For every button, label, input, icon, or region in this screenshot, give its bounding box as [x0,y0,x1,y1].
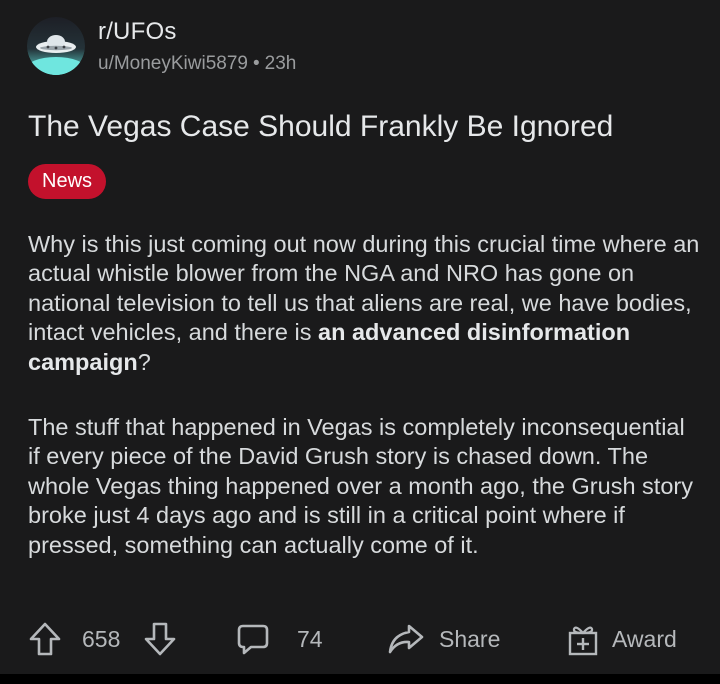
subreddit-name[interactable]: r/UFOs [98,18,177,46]
post-card: r/UFOs u/MoneyKiwi5879 • 23h The Vegas Cas… [0,0,720,675]
upvote-button[interactable] [28,612,62,666]
author-link[interactable]: u/MoneyKiwi5879 [98,53,248,74]
body-paragraph-1: Why is this just coming out now during t… [28,230,700,377]
vote-count: 658 [82,626,121,652]
post-body: Why is this just coming out now during t… [28,230,700,560]
subreddit-avatar[interactable] [27,17,85,75]
post-age: 23h [264,53,297,74]
body-paragraph-2: The stuff that happened in Vegas is comp… [28,414,693,558]
ufo-icon [27,17,85,75]
comment-bubble-icon [237,624,269,655]
downvote-button[interactable] [143,612,177,666]
action-bar: 658 74 Share Award [0,612,720,666]
share-button[interactable]: Share [387,612,500,666]
post-title[interactable]: The Vegas Case Should Frankly Be Ignored [28,110,613,144]
post-meta: u/MoneyKiwi5879 • 23h [98,53,296,75]
share-label: Share [439,625,501,652]
meta-separator: • [252,53,260,74]
body-p1-end: ? [137,348,151,375]
upvote-arrow-icon [29,622,61,656]
flair-badge[interactable]: News [28,164,107,199]
comment-count: 74 [297,625,323,652]
share-arrow-icon [388,624,424,654]
award-button[interactable]: Award [566,612,677,666]
comments-button[interactable]: 74 [236,612,323,666]
award-label: Award [612,625,677,652]
feed-divider [0,674,720,684]
gift-award-icon [568,626,598,656]
downvote-arrow-icon [144,622,176,656]
